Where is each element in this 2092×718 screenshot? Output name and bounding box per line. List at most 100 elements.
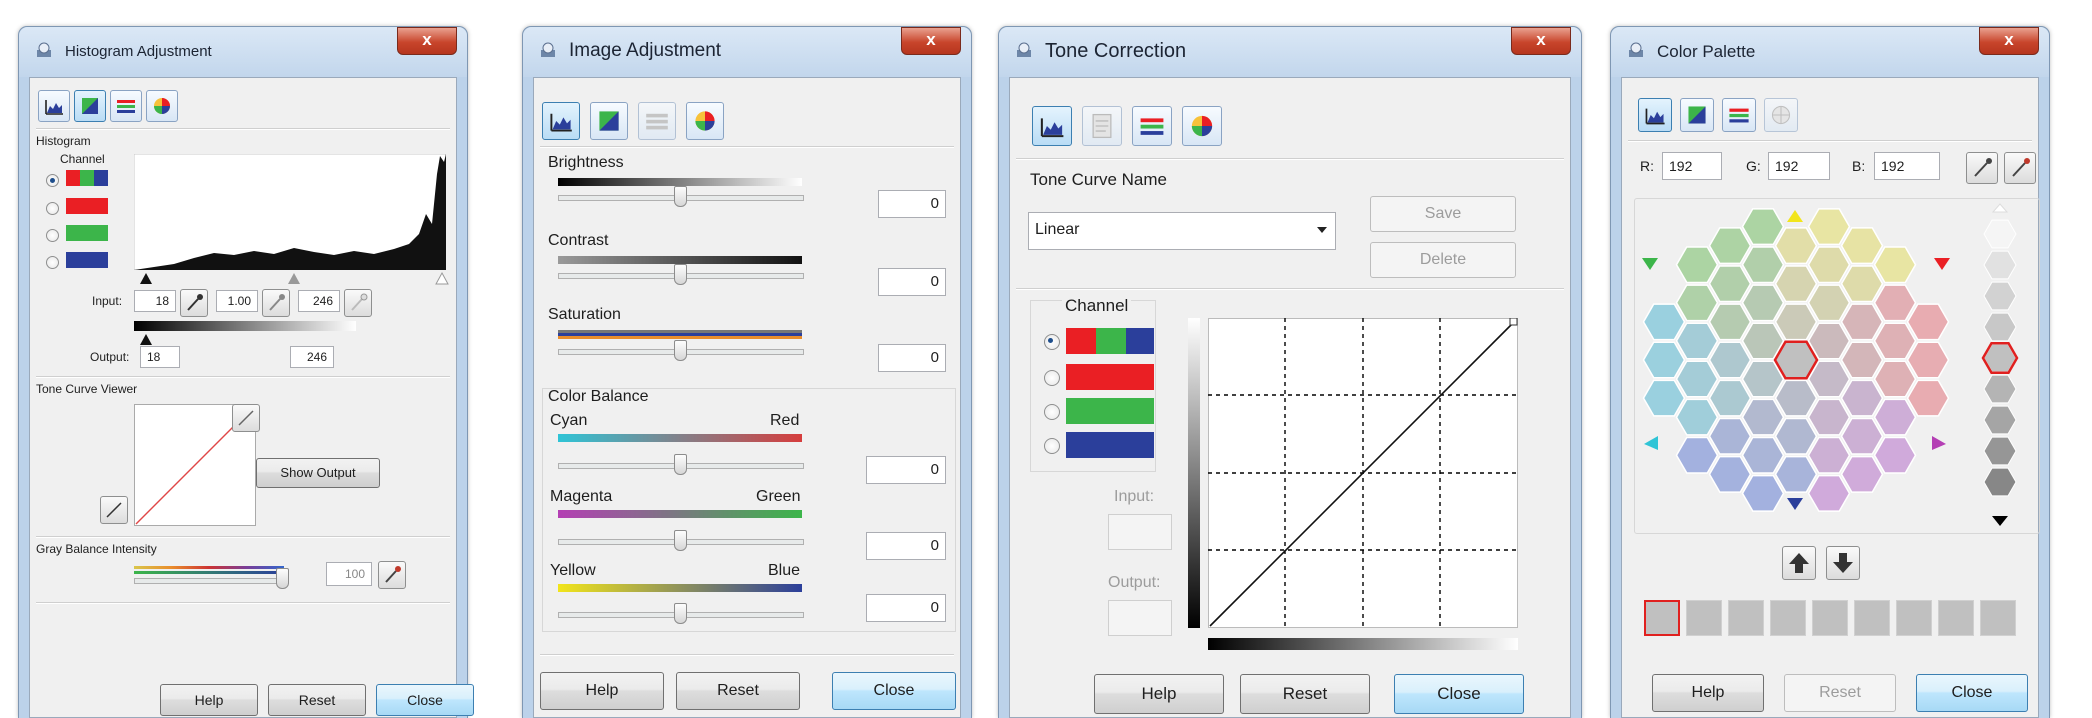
tab-histogram[interactable] xyxy=(38,90,70,122)
move-down-button[interactable] xyxy=(1826,546,1860,580)
reset-button[interactable]: Reset xyxy=(676,672,800,710)
gray-hex-cell[interactable] xyxy=(1983,250,2017,280)
reset-button[interactable]: Reset xyxy=(268,684,366,716)
palette-hex-cell[interactable] xyxy=(1807,322,1851,360)
saved-color-swatch[interactable] xyxy=(1686,600,1722,636)
palette-hex-cell[interactable] xyxy=(1807,284,1851,322)
palette-hex-cell[interactable] xyxy=(1708,417,1752,455)
output-low-field[interactable]: 18 xyxy=(140,346,180,368)
palette-hex-cell[interactable] xyxy=(1741,284,1785,322)
palette-hex-cell[interactable] xyxy=(1840,227,1884,265)
window-close-button[interactable]: x xyxy=(1511,27,1571,55)
help-button[interactable]: Help xyxy=(540,672,664,710)
magenta-green-field[interactable]: 0 xyxy=(866,532,946,560)
show-output-button[interactable]: Show Output xyxy=(256,458,380,488)
output-level-markers[interactable] xyxy=(134,332,454,346)
gray-hex-cell[interactable] xyxy=(1983,281,2017,311)
palette-hex-cell[interactable] xyxy=(1741,208,1785,246)
brightness-slider-thumb[interactable] xyxy=(674,186,687,207)
delete-button[interactable]: Delete xyxy=(1370,242,1516,278)
palette-hex-cell[interactable] xyxy=(1774,379,1818,417)
tone-curve-graph[interactable] xyxy=(1208,318,1518,628)
gray-balance-slider-thumb[interactable] xyxy=(276,568,289,589)
palette-hex-cell[interactable] xyxy=(1873,398,1917,436)
input-gamma-field[interactable]: 1.00 xyxy=(216,290,258,312)
tab-tone-correction[interactable] xyxy=(638,102,676,140)
palette-hex-cell[interactable] xyxy=(1807,398,1851,436)
palette-hex-cell[interactable] xyxy=(1708,303,1752,341)
output-field[interactable] xyxy=(1108,600,1172,636)
window-close-button[interactable]: x xyxy=(397,27,457,55)
tab-histogram[interactable] xyxy=(1638,98,1672,132)
input-low-eyedropper-button[interactable] xyxy=(180,289,208,317)
palette-hex-cell[interactable] xyxy=(1708,265,1752,303)
output-high-field[interactable]: 246 xyxy=(290,346,334,368)
palette-hex-cell[interactable] xyxy=(1873,360,1917,398)
tab-color-palette[interactable] xyxy=(146,90,178,122)
palette-hex-cell[interactable] xyxy=(1807,436,1851,474)
tab-image-adjustment[interactable] xyxy=(1082,106,1122,146)
palette-hex-cell[interactable] xyxy=(1840,417,1884,455)
magenta-green-slider-thumb[interactable] xyxy=(674,530,687,551)
palette-hex-cell[interactable] xyxy=(1675,398,1719,436)
input-level-markers[interactable] xyxy=(134,271,454,285)
palette-hex-cell[interactable] xyxy=(1840,265,1884,303)
palette-hex-cell[interactable] xyxy=(1873,284,1917,322)
gray-balance-track[interactable] xyxy=(134,578,286,584)
palette-hex-cell[interactable] xyxy=(1708,341,1752,379)
channel-radio-red[interactable] xyxy=(46,202,59,215)
palette-hex-cell[interactable] xyxy=(1840,303,1884,341)
window-close-button[interactable]: x xyxy=(1979,27,2039,55)
tab-tone-correction[interactable] xyxy=(1722,98,1756,132)
saved-color-swatch[interactable] xyxy=(1728,600,1764,636)
gray-hex-cell[interactable] xyxy=(1983,374,2017,404)
yellow-blue-field[interactable]: 0 xyxy=(866,594,946,622)
saved-color-swatch[interactable] xyxy=(1812,600,1848,636)
palette-hex-cell[interactable] xyxy=(1873,322,1917,360)
input-high-eyedropper-button[interactable] xyxy=(344,289,372,317)
tab-color-palette[interactable] xyxy=(1764,98,1798,132)
palette-hex-cell[interactable] xyxy=(1774,265,1818,303)
palette-hex-cell[interactable] xyxy=(1708,227,1752,265)
palette-hex-cell[interactable] xyxy=(1741,398,1785,436)
saved-color-swatch[interactable] xyxy=(1644,600,1680,636)
brightness-field[interactable]: 0 xyxy=(878,190,946,218)
pick-color-eyedropper-button[interactable] xyxy=(1966,152,1998,184)
palette-hex-cell[interactable] xyxy=(1741,474,1785,512)
palette-hex-cell[interactable] xyxy=(1741,436,1785,474)
tab-color-palette[interactable] xyxy=(686,102,724,140)
help-button[interactable]: Help xyxy=(1094,674,1224,714)
saved-color-swatch[interactable] xyxy=(1770,600,1806,636)
title-bar[interactable]: Color Palette x xyxy=(1611,27,2049,77)
apply-color-eyedropper-button[interactable] xyxy=(2004,152,2036,184)
saved-color-swatch[interactable] xyxy=(1854,600,1890,636)
saved-color-swatch[interactable] xyxy=(1938,600,1974,636)
channel-radio-red[interactable] xyxy=(1044,370,1060,386)
gray-hex-cell[interactable] xyxy=(1983,436,2017,466)
input-low-field[interactable]: 18 xyxy=(134,290,176,312)
palette-hex-cell[interactable] xyxy=(1642,341,1686,379)
channel-radio-green[interactable] xyxy=(46,229,59,242)
input-field[interactable] xyxy=(1108,514,1172,550)
palette-hex-cell[interactable] xyxy=(1675,360,1719,398)
palette-hex-cell[interactable] xyxy=(1840,341,1884,379)
palette-hex-cell[interactable] xyxy=(1675,284,1719,322)
contrast-slider-thumb[interactable] xyxy=(674,264,687,285)
tab-histogram[interactable] xyxy=(542,102,580,140)
palette-hex-cell[interactable] xyxy=(1774,303,1818,341)
palette-hex-cell[interactable] xyxy=(1807,360,1851,398)
palette-hex-cell[interactable] xyxy=(1741,360,1785,398)
gray-hex-cell[interactable] xyxy=(1983,312,2017,342)
channel-radio-rgb[interactable] xyxy=(1044,334,1060,350)
g-field[interactable]: 192 xyxy=(1768,152,1830,180)
b-field[interactable]: 192 xyxy=(1874,152,1940,180)
tab-image-adjustment[interactable] xyxy=(1680,98,1714,132)
palette-hex-cell[interactable] xyxy=(1873,246,1917,284)
yellow-blue-slider-thumb[interactable] xyxy=(674,603,687,624)
title-bar[interactable]: Tone Correction x xyxy=(999,27,1581,77)
palette-hex-cell[interactable] xyxy=(1807,474,1851,512)
help-button[interactable]: Help xyxy=(160,684,258,716)
channel-radio-blue[interactable] xyxy=(1044,438,1060,454)
title-bar[interactable]: Image Adjustment x xyxy=(523,27,971,77)
tab-tone-correction[interactable] xyxy=(110,90,142,122)
